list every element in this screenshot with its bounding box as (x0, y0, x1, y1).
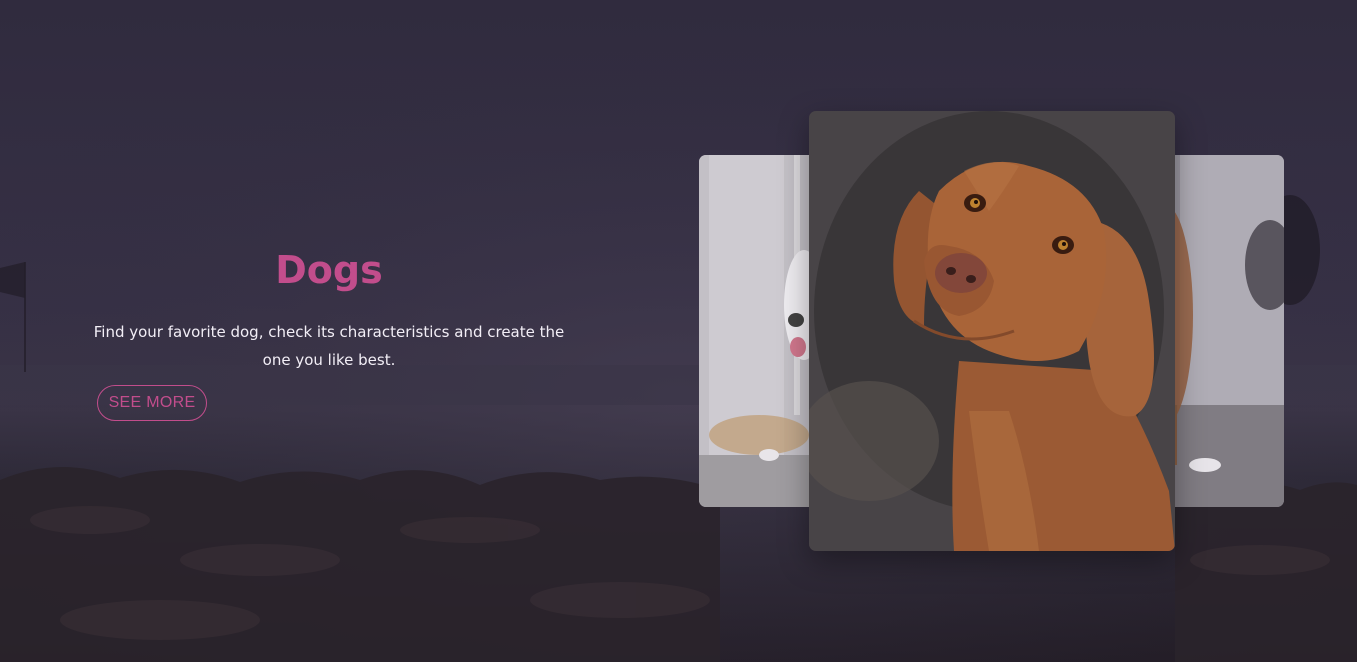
dog-photo-vizsla (809, 111, 1175, 551)
see-more-button[interactable]: SEE MORE (97, 385, 207, 421)
hero-section: Dogs Find your favorite dog, check its c… (78, 242, 580, 374)
carousel-slide-active[interactable] (809, 111, 1175, 551)
hero-description: Find your favorite dog, check its charac… (93, 323, 565, 369)
page-title: Dogs (275, 248, 383, 292)
